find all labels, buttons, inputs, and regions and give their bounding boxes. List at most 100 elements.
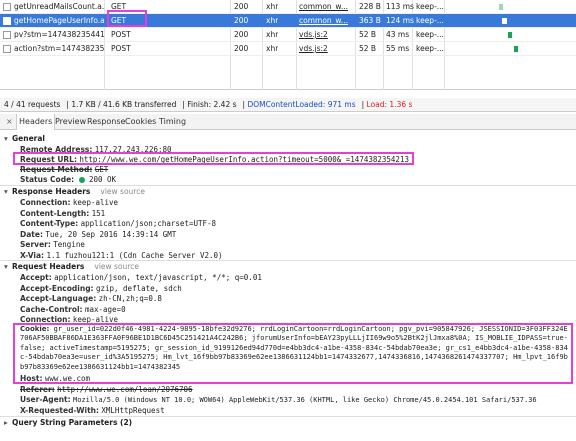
request-time: 124 ms — [386, 16, 414, 25]
request-type: xhr — [266, 16, 279, 25]
header-value: application/json;charset=UTF-8 — [80, 219, 217, 228]
view-source-link[interactable]: view source — [94, 262, 139, 271]
request-size: 363 B — [359, 16, 381, 25]
request-header-row: Cache-Control: max-age=0 — [20, 304, 126, 315]
file-icon — [3, 31, 11, 39]
request-row-selected[interactable]: getHomePageUserInfo.a... GET 200 xhr com… — [0, 14, 576, 28]
request-name: getHomePageUserInfo.a... — [14, 16, 104, 25]
header-value: gzip, deflate, sdch — [95, 283, 182, 293]
header-key: Server: — [20, 240, 51, 249]
section-title: Query String Parameters (2) — [12, 418, 133, 427]
request-connection: keep-... — [416, 44, 444, 53]
tab-timing[interactable]: Timing — [157, 114, 188, 130]
header-value: keep-alive — [72, 198, 119, 207]
network-summary-bar: 4 / 41 requests | 1.7 KB / 41.6 KB transf… — [0, 98, 576, 112]
request-headers-section-header[interactable]: ▾ Request Headers view source — [4, 261, 139, 272]
header-key: X-Via: — [20, 250, 45, 260]
section-title: General — [12, 134, 45, 143]
domcontentloaded-time: DOMContentLoaded: 971 ms — [247, 100, 356, 109]
request-connection: keep-... — [416, 2, 444, 11]
request-time: 43 ms — [386, 30, 410, 39]
file-icon — [3, 3, 11, 11]
request-header-row: Accept-Language: zh-CN,zh;q=0.8 — [20, 293, 162, 304]
request-name: getUnreadMailsCount.a... — [14, 2, 104, 11]
header-value: max-age=0 — [84, 304, 126, 314]
query-string-section-header[interactable]: ▸ Query String Parameters (2) — [4, 417, 132, 428]
header-value: http://www.we.com/loan/2076706 — [57, 384, 193, 394]
header-key: Accept: — [20, 273, 52, 282]
header-key: Content-Length: — [20, 208, 90, 218]
headers-panel: ▾ General Remote Address: 117.27.243.226:… — [0, 131, 576, 441]
header-key: Content-Type: — [20, 219, 79, 228]
triangle-down-icon: ▾ — [4, 187, 8, 196]
response-header-row: Connection: keep-alive — [20, 197, 118, 208]
header-key: X-Requested-With: — [20, 405, 99, 415]
request-status: 200 — [234, 44, 249, 53]
response-header-row: Server: Tengine — [20, 239, 85, 250]
finish-time: Finish: 2.42 s — [187, 100, 237, 109]
response-header-row: Date: Tue, 20 Sep 2016 14:39:14 GMT — [20, 229, 176, 240]
header-key: Cookie: — [20, 324, 50, 333]
file-icon — [3, 17, 11, 25]
header-key: Request Method: — [20, 165, 93, 174]
header-value: 200 OK — [88, 175, 117, 184]
referer-row: Referer: http://www.we.com/loan/2076706 — [20, 384, 193, 395]
response-header-row: Content-Length: 151 — [20, 208, 105, 219]
tab-headers[interactable]: Headers — [16, 114, 56, 130]
close-icon[interactable]: × — [6, 114, 13, 130]
header-value: zh-CN,zh;q=0.8 — [98, 294, 162, 303]
header-key: Date: — [20, 229, 43, 239]
request-type: xhr — [266, 2, 279, 11]
status-code-row: Status Code: 200 OK — [20, 174, 116, 185]
request-initiator[interactable]: common_w... — [299, 14, 354, 28]
response-headers-section-header[interactable]: ▾ Response Headers view source — [4, 186, 145, 197]
tab-preview[interactable]: Preview — [53, 114, 88, 130]
request-name: action?stm=1474382355... — [14, 44, 104, 53]
tab-cookies[interactable]: Cookies — [123, 114, 158, 130]
request-row[interactable]: getUnreadMailsCount.a... GET 200 xhr com… — [0, 0, 576, 14]
header-key: Host: — [20, 374, 43, 383]
waterfall-bar — [499, 4, 503, 10]
waterfall-bar — [514, 46, 518, 52]
header-key: Referer: — [20, 384, 55, 394]
section-title: Request Headers — [12, 262, 85, 271]
cookie-row: Cookie: gr_user_id=022d0f46-4981-4224-98… — [20, 325, 568, 373]
header-value: Tengine — [53, 240, 85, 249]
requests-count: 4 / 41 requests — [4, 100, 61, 109]
header-value: Tue, 20 Sep 2016 14:39:14 GMT — [45, 229, 177, 239]
request-header-row: Accept: application/json, text/javascrip… — [20, 272, 262, 283]
tab-response[interactable]: Response — [85, 114, 127, 130]
header-value: 151 — [91, 208, 106, 218]
host-row: Host: www.we.com — [20, 373, 90, 384]
get-method-highlight — [107, 10, 147, 27]
response-header-row: Content-Type: application/json;charset=U… — [20, 218, 216, 229]
request-url-highlight — [13, 152, 414, 165]
header-value: 1.1 fuzhou121:1 (Cdn Cache Server V2.0) — [46, 250, 223, 260]
request-name: pv?stm=1474382354412 — [14, 30, 104, 39]
header-value: www.we.com — [44, 374, 91, 383]
request-initiator[interactable]: vds.js:2 — [299, 28, 354, 42]
request-header-row: Accept-Encoding: gzip, deflate, sdch — [20, 283, 182, 294]
user-agent-row: User-Agent: Mozilla/5.0 (Windows NT 10.0… — [20, 394, 537, 405]
header-value: gr_user_id=022d0f46-4981-4224-9895-18bfe… — [20, 324, 568, 371]
request-time: 113 ms — [386, 2, 414, 11]
request-row[interactable]: action?stm=1474382355... POST 200 xhr vd… — [0, 42, 576, 56]
request-initiator[interactable]: common_w... — [299, 0, 354, 14]
request-connection: keep-... — [416, 30, 444, 39]
view-source-link[interactable]: view source — [100, 187, 145, 196]
header-key: Connection: — [20, 198, 71, 207]
header-key: Accept-Encoding: — [20, 283, 94, 293]
request-size: 228 B — [359, 2, 381, 11]
request-row[interactable]: pv?stm=1474382354412 POST 200 xhr vds.js… — [0, 28, 576, 42]
section-title: Response Headers — [12, 187, 91, 196]
header-value: XMLHttpRequest — [101, 405, 165, 415]
request-status: 200 — [234, 30, 249, 39]
waterfall-bar — [502, 18, 507, 24]
header-value: application/json, text/javascript, */*; … — [54, 273, 262, 282]
status-ok-icon — [78, 177, 85, 183]
request-initiator[interactable]: vds.js:2 — [299, 42, 354, 56]
triangle-down-icon: ▾ — [4, 134, 8, 143]
general-section-header[interactable]: ▾ General — [4, 133, 45, 144]
request-size: 52 B — [359, 44, 377, 53]
header-key: Status Code: — [20, 175, 75, 184]
